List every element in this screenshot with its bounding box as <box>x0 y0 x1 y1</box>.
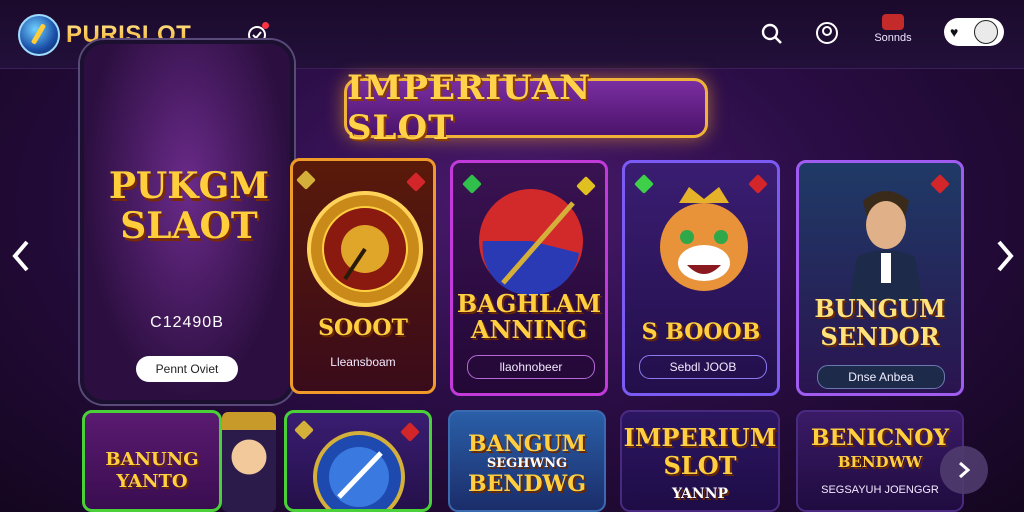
card-title: BAGHLAM ANNING <box>453 291 605 343</box>
card-title-line1: BUNGUM <box>814 294 946 323</box>
gem-icon <box>296 170 316 190</box>
chevron-right-icon <box>997 240 1014 272</box>
sounds-label: Sonnds <box>874 32 912 44</box>
card-subtitle: SEGSAYUH JOENGGR <box>821 484 939 496</box>
game-card[interactable]: BANGUM SEGHWNG BENDWG <box>448 410 606 512</box>
page-banner: IMPERIUAN SLOT <box>344 68 708 148</box>
card-title: SOOOT <box>318 315 408 341</box>
card-play-button[interactable]: Sebdl JOOB <box>639 355 767 379</box>
toggle-knob <box>974 20 998 44</box>
sound-icon <box>882 14 904 30</box>
card-title-line1: BENICNOY <box>810 425 950 451</box>
compass-icon <box>313 431 405 509</box>
gem-icon <box>930 174 950 194</box>
chevron-right-icon <box>959 461 970 479</box>
search-button[interactable] <box>760 22 784 46</box>
card-title-line2: SENDOR <box>820 322 940 351</box>
card-title-line1: IMPERIUM <box>623 423 777 452</box>
card-subtitle: Lleansboam <box>330 355 396 369</box>
featured-play-button[interactable]: Pennt Oviet <box>136 356 238 382</box>
card-title: IMPERIUM SLOT YANNP <box>622 424 778 508</box>
featured-title: PUKGM SLAOT <box>104 166 274 246</box>
card-title-line2: SEGHWNG <box>486 456 568 471</box>
card-play-button[interactable]: llaohnobeer <box>467 355 595 379</box>
heart-icon: ♥ <box>950 24 959 40</box>
profile-button[interactable] <box>814 20 840 46</box>
game-card[interactable]: BAGHLAM ANNING llaohnobeer <box>450 160 608 396</box>
card-title-line3: YANNP <box>671 486 729 502</box>
card-title-line3: BENDWG <box>467 471 587 497</box>
game-card[interactable]: S BOOOB Sebdl JOOB <box>622 160 780 396</box>
character-icon <box>849 191 923 301</box>
banner-title: IMPERIUAN SLOT <box>347 68 592 148</box>
card-title: BUNGUM SENDOR <box>799 295 961 351</box>
card-title: BANUNG YANTO <box>85 449 219 493</box>
game-card[interactable]: SOOOT Lleansboam <box>290 158 436 394</box>
roulette-icon <box>307 191 423 307</box>
featured-title-line2: SLAOT <box>120 205 258 247</box>
game-card[interactable] <box>284 410 432 512</box>
game-card[interactable]: BUNGUM SENDOR Dnse Anbea <box>796 160 964 396</box>
orb-icon <box>479 189 583 296</box>
featured-title-line1: PUKGM <box>108 165 270 207</box>
sounds-button[interactable]: Sonnds <box>868 14 918 54</box>
tiger-icon <box>660 187 748 291</box>
card-title-line2: SLOT <box>663 451 737 480</box>
carousel-next-button[interactable] <box>990 236 1020 276</box>
game-card[interactable]: BANUNG YANTO <box>82 410 222 512</box>
character-image <box>222 412 276 512</box>
row-next-button[interactable] <box>940 446 988 494</box>
featured-amount: C12490B <box>150 314 224 331</box>
game-card[interactable]: IMPERIUM SLOT YANNP <box>620 410 780 512</box>
card-title: BANGUM SEGHWNG BENDWG <box>450 432 604 496</box>
carousel-prev-button[interactable] <box>6 236 36 276</box>
search-icon <box>761 23 782 44</box>
notification-dot <box>262 22 269 29</box>
game-card[interactable]: BENICNOY BENDWW SEGSAYUH JOENGGR <box>796 410 964 512</box>
chevron-left-icon <box>12 240 29 272</box>
featured-game-phone[interactable]: PUKGM SLAOT C12490B Pennt Oviet <box>80 40 294 404</box>
card-title-line2: BENDWW <box>837 453 923 471</box>
card-title-line2: ANNING <box>470 315 588 344</box>
card-play-button[interactable]: Dnse Anbea <box>817 365 945 389</box>
logo-icon <box>18 14 60 56</box>
card-title-line1: BAGHLAM <box>456 289 602 318</box>
card-title-line1: BANGUM <box>467 431 587 457</box>
card-title-line2: YANTO <box>116 471 188 492</box>
user-icon <box>816 22 838 44</box>
card-title-line1: BANUNG <box>105 449 199 470</box>
card-title: S BOOOB <box>641 319 761 345</box>
card-title: BENICNOY BENDWW <box>798 426 962 474</box>
theme-toggle[interactable]: ♥ <box>944 18 1004 46</box>
